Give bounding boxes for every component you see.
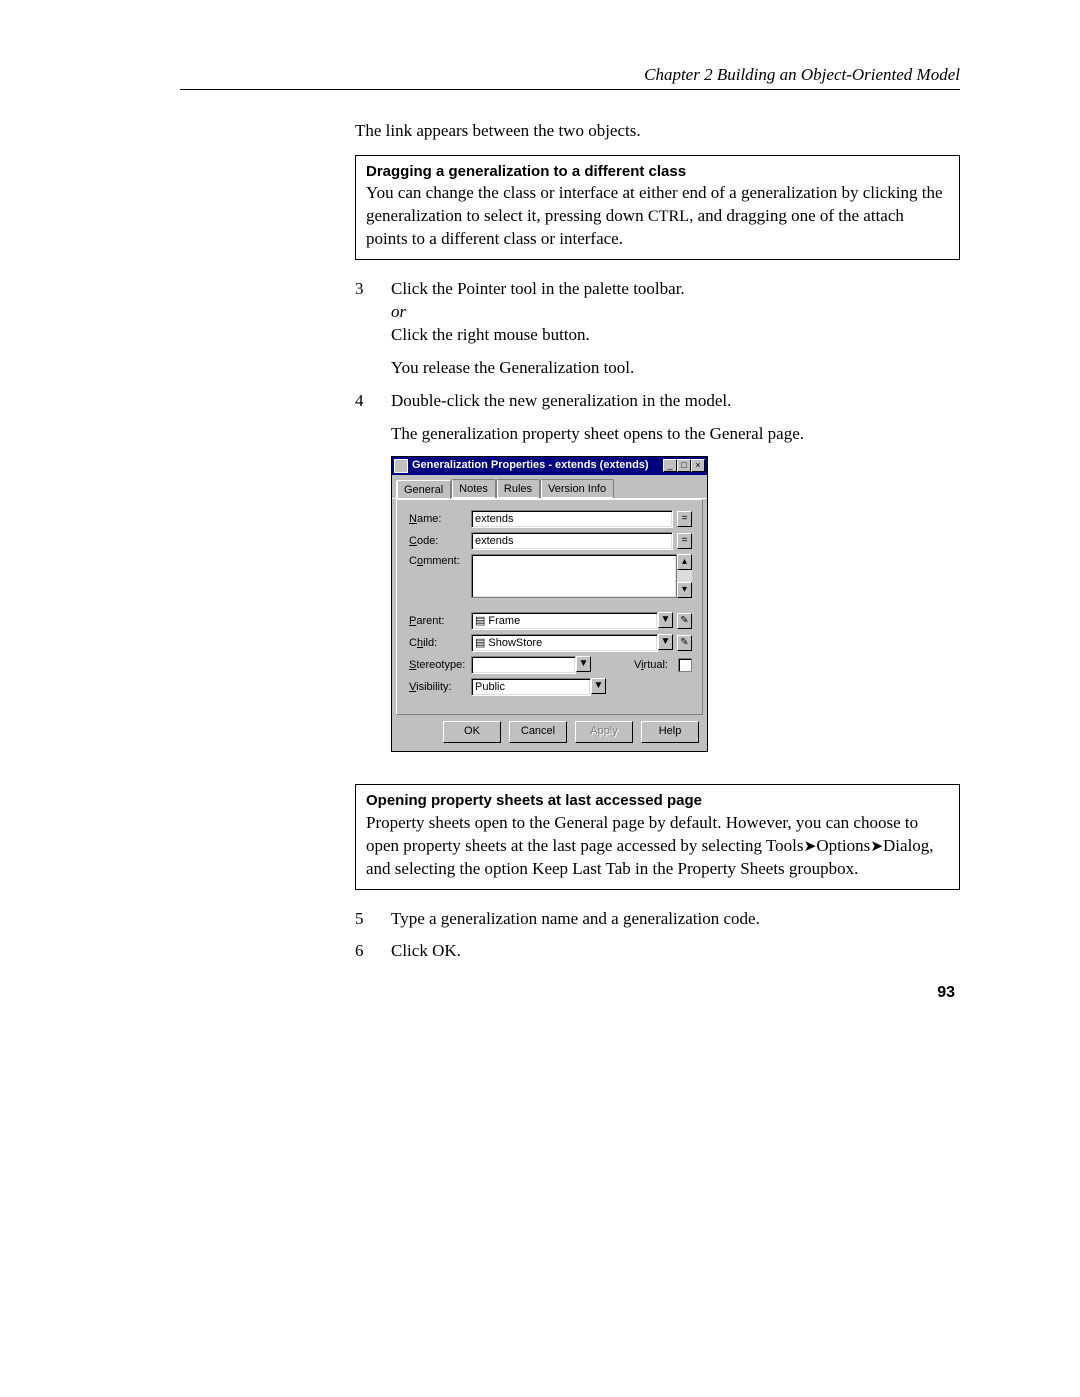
callout-body: You can change the class or interface at…: [366, 182, 949, 251]
tab-general[interactable]: General: [396, 480, 451, 500]
step-text: Double-click the new generalization in t…: [391, 390, 960, 413]
dialog-title: Generalization Properties - extends (ext…: [412, 458, 659, 473]
callout-title: Opening property sheets at last accessed…: [366, 791, 949, 811]
tab-strip: General Notes Rules Version Info: [392, 475, 707, 500]
tab-rules[interactable]: Rules: [496, 479, 540, 499]
apply-button[interactable]: Apply: [575, 721, 633, 743]
scroll-up-icon[interactable]: ▴: [677, 554, 692, 570]
code-eq-button[interactable]: =: [677, 533, 692, 549]
name-field[interactable]: extends: [471, 510, 673, 528]
close-button[interactable]: ×: [691, 459, 705, 472]
callout-box: Dragging a generalization to a different…: [355, 155, 960, 260]
step-follow: You release the Generalization tool.: [391, 357, 960, 380]
step-text: Click the right mouse button.: [391, 324, 960, 347]
step-text: Click the Pointer tool in the palette to…: [391, 278, 960, 301]
code-field[interactable]: extends: [471, 532, 673, 550]
tab-version-info[interactable]: Version Info: [540, 479, 614, 499]
step-follow: The generalization property sheet opens …: [391, 423, 960, 446]
parent-properties-button[interactable]: ✎: [677, 613, 692, 629]
callout-body: Property sheets open to the General page…: [366, 812, 949, 881]
label-visibility: Visibility:: [409, 680, 467, 695]
class-icon: ▤: [475, 636, 485, 650]
page-number: 93: [937, 984, 955, 1002]
header-rule: [180, 89, 960, 90]
step-text: Type a generalization name and a general…: [391, 908, 960, 931]
paragraph: The link appears between the two objects…: [355, 120, 960, 143]
callout-box: Opening property sheets at last accessed…: [355, 784, 960, 889]
child-properties-button[interactable]: ✎: [677, 635, 692, 651]
label-parent: Parent:: [409, 614, 467, 629]
tabpage-general: Name: extends = Code: extends = Comment:: [396, 499, 703, 715]
generalization-properties-dialog: Generalization Properties - extends (ext…: [391, 456, 708, 753]
class-icon: ▤: [475, 614, 485, 628]
page-header: Chapter 2 Building an Object-Oriented Mo…: [180, 65, 960, 85]
callout-title: Dragging a generalization to a different…: [366, 162, 949, 182]
step-number: 3: [355, 278, 373, 380]
step-number: 5: [355, 908, 373, 931]
cancel-button[interactable]: Cancel: [509, 721, 567, 743]
parent-dropdown[interactable]: ▤ Frame: [471, 612, 658, 630]
dialog-titlebar[interactable]: Generalization Properties - extends (ext…: [392, 457, 707, 475]
dropdown-arrow-icon[interactable]: ▼: [576, 656, 591, 672]
dropdown-arrow-icon[interactable]: ▼: [591, 678, 606, 694]
step-or: or: [391, 301, 960, 324]
label-child: Child:: [409, 636, 467, 651]
step-number: 6: [355, 940, 373, 963]
dropdown-arrow-icon[interactable]: ▼: [658, 612, 673, 628]
child-dropdown[interactable]: ▤ ShowStore: [471, 634, 658, 652]
scroll-down-icon[interactable]: ▾: [677, 582, 692, 598]
maximize-button[interactable]: □: [677, 459, 691, 472]
ok-button[interactable]: OK: [443, 721, 501, 743]
label-virtual: Virtual:: [595, 658, 674, 673]
tab-notes[interactable]: Notes: [451, 479, 496, 499]
stereotype-dropdown[interactable]: [471, 656, 576, 674]
label-stereotype: Stereotype:: [409, 658, 467, 673]
label-code: Code:: [409, 534, 467, 549]
comment-field[interactable]: [471, 554, 677, 598]
visibility-dropdown[interactable]: Public: [471, 678, 591, 696]
minimize-button[interactable]: _: [663, 459, 677, 472]
comment-scrollbar[interactable]: ▴ ▾: [677, 554, 692, 598]
label-name: Name:: [409, 512, 467, 527]
dropdown-arrow-icon[interactable]: ▼: [658, 634, 673, 650]
help-button[interactable]: Help: [641, 721, 699, 743]
step-text: Click OK.: [391, 940, 960, 963]
step-number: 4: [355, 390, 373, 775]
virtual-checkbox[interactable]: [678, 658, 692, 672]
name-eq-button[interactable]: =: [677, 511, 692, 527]
window-icon: [394, 459, 408, 473]
label-comment: Comment:: [409, 554, 467, 569]
